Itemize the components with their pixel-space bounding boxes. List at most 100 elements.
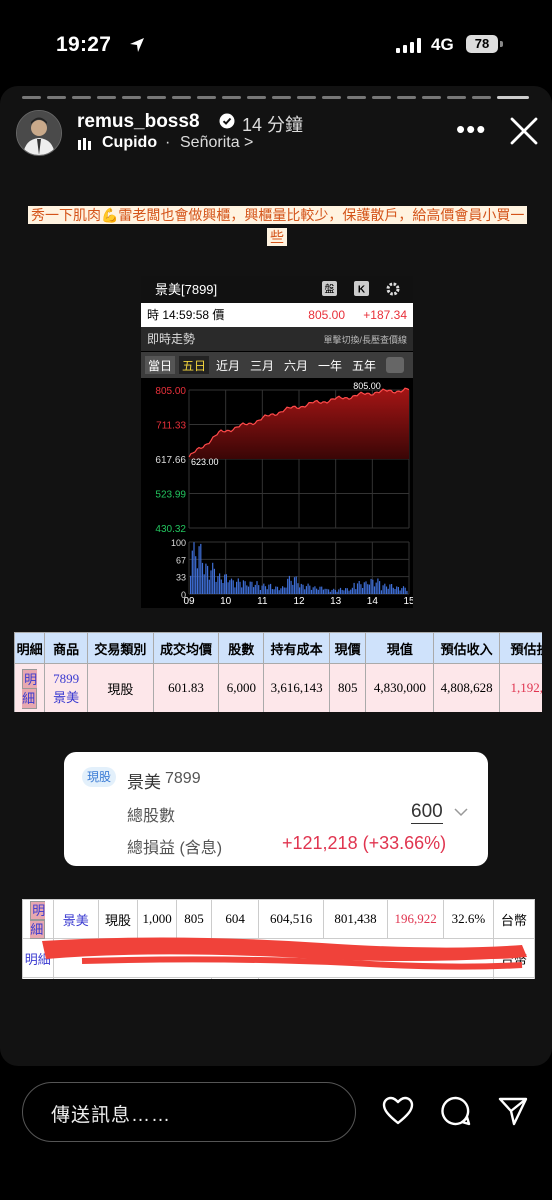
status-time: 19:27 bbox=[56, 33, 112, 56]
volume-bar bbox=[201, 562, 204, 594]
volume-bar bbox=[213, 568, 215, 594]
volume-bar bbox=[191, 550, 193, 594]
username[interactable]: remus_boss8 bbox=[77, 111, 200, 133]
tab-4[interactable]: 六月 bbox=[284, 359, 308, 373]
cost-cell: 3,616,143 bbox=[263, 663, 330, 712]
volume-bar bbox=[402, 586, 405, 594]
x-tick-label: 13 bbox=[330, 596, 342, 607]
volume-bar bbox=[324, 588, 326, 594]
chart-stock-title: 景美[7899] bbox=[155, 282, 217, 297]
volume-bar bbox=[326, 588, 328, 594]
volume-bar bbox=[280, 588, 282, 594]
volume-bar bbox=[282, 586, 284, 594]
profit-cell: 1,192,485 bbox=[498, 663, 542, 712]
x-tick-label: 15 bbox=[403, 596, 413, 607]
volume-bar bbox=[365, 581, 367, 594]
x-tick-label: 09 bbox=[183, 596, 195, 607]
stock-type-badge: 現股 bbox=[82, 767, 116, 787]
product-cell[interactable]: 7899 景美 bbox=[44, 663, 88, 712]
redacted-holdings-table: 明細 景美 現股 1,000 805 604 604,516 801,438 1… bbox=[22, 899, 535, 979]
volume-bar bbox=[264, 586, 267, 594]
volume-bar bbox=[353, 582, 355, 594]
volume-bar bbox=[210, 570, 212, 594]
header-cell: 現價 bbox=[328, 632, 367, 664]
header-cell: 交易類別 bbox=[86, 632, 154, 664]
volume-bar bbox=[356, 583, 359, 594]
stock-code: 7899 bbox=[165, 770, 201, 787]
holdings-table: 明細 商品 交易類別 成交均價 股數 持有成本 現價 現值 預估收入 預估損益 … bbox=[14, 632, 542, 712]
volume-bar bbox=[195, 556, 197, 594]
y-tick-label: 523.99 bbox=[155, 490, 186, 501]
x-tick-label: 10 bbox=[220, 596, 232, 607]
heart-icon[interactable] bbox=[382, 1096, 414, 1126]
x-tick-label: 12 bbox=[293, 596, 305, 607]
volume-bar bbox=[373, 586, 376, 594]
volume-bar bbox=[363, 582, 365, 594]
red-redaction-scribble bbox=[42, 937, 527, 970]
volume-bar bbox=[380, 590, 382, 594]
volume-bar bbox=[276, 586, 279, 594]
comment-icon[interactable] bbox=[440, 1095, 472, 1127]
volume-bar bbox=[208, 579, 210, 594]
tab-6[interactable]: 五年 bbox=[352, 359, 376, 373]
detail-button[interactable]: 明細 bbox=[14, 663, 46, 712]
vol-tick-label: 100 bbox=[171, 538, 186, 548]
total-shares-value[interactable]: 600 bbox=[411, 801, 443, 824]
volume-bar bbox=[329, 591, 331, 594]
volume-bar bbox=[316, 588, 318, 594]
avatar[interactable] bbox=[16, 110, 62, 156]
volume-bar bbox=[292, 584, 294, 594]
volume-bar bbox=[367, 584, 369, 594]
volume-bar bbox=[312, 587, 314, 594]
volume-bar bbox=[358, 581, 360, 594]
volume-bar bbox=[190, 575, 192, 594]
volume-bar bbox=[266, 589, 268, 594]
holdings-table-header: 明細 商品 交易類別 成交均價 股數 持有成本 現價 現值 預估收入 預估損益 bbox=[14, 632, 542, 664]
more-tabs-button[interactable] bbox=[386, 357, 404, 373]
music-song[interactable]: Señorita > bbox=[180, 134, 253, 152]
total-pl-label: 總損益 (含息) bbox=[127, 840, 223, 857]
header-cell: 商品 bbox=[44, 632, 88, 664]
volume-bar bbox=[193, 542, 195, 594]
tab-2[interactable]: 近月 bbox=[216, 359, 240, 373]
share-send-icon[interactable] bbox=[497, 1095, 529, 1127]
more-options-button[interactable]: ••• bbox=[456, 116, 486, 142]
tab-0[interactable]: 當日 bbox=[148, 359, 172, 373]
chevron-down-icon[interactable] bbox=[454, 807, 468, 817]
volume-bar bbox=[217, 576, 219, 594]
volume-bar bbox=[307, 583, 309, 594]
music-artist[interactable]: Cupido bbox=[102, 134, 157, 152]
volume-bar bbox=[273, 589, 275, 594]
stock-name: 景美 bbox=[127, 773, 161, 792]
volume-bar bbox=[254, 584, 256, 594]
volume-bar bbox=[343, 590, 345, 594]
volume-bar bbox=[271, 589, 273, 594]
music-bars-icon bbox=[78, 138, 91, 150]
volume-bar bbox=[246, 585, 248, 594]
tab-5[interactable]: 一年 bbox=[318, 359, 342, 373]
volume-bar bbox=[391, 584, 393, 594]
total-pl-value: +121,218 (+33.66%) bbox=[282, 833, 447, 853]
tab-3[interactable]: 三月 bbox=[250, 359, 274, 373]
volume-bar bbox=[251, 581, 253, 594]
volume-bar bbox=[370, 578, 372, 594]
y-tick-label: 430.32 bbox=[155, 524, 186, 535]
header-cell: 預估收入 bbox=[433, 632, 500, 664]
position-card: 現股 景美 7899 總股數 600 總損益 (含息) +121,218 (+3… bbox=[64, 752, 488, 866]
header-cell: 現值 bbox=[365, 632, 435, 664]
tab-1[interactable]: 五日 bbox=[182, 359, 206, 373]
story-caption: 秀一下肌肉💪雷老闆也會做興櫃，興櫃量比較少，保護散戶，給高價會員小買一些 bbox=[28, 204, 528, 248]
volume-bar bbox=[314, 586, 316, 594]
volume-bar bbox=[401, 588, 403, 594]
avg-price-cell: 601.83 bbox=[152, 663, 220, 712]
volume-bar bbox=[397, 587, 399, 594]
volume-bar bbox=[196, 568, 198, 594]
volume-bar bbox=[372, 579, 374, 594]
close-icon[interactable] bbox=[508, 115, 540, 147]
volume-bar bbox=[328, 589, 330, 594]
volume-bar bbox=[345, 588, 347, 594]
volume-bar bbox=[220, 579, 222, 594]
volume-bar bbox=[234, 587, 236, 594]
min-label: 623.00 bbox=[191, 457, 219, 467]
volume-bar bbox=[382, 585, 384, 594]
